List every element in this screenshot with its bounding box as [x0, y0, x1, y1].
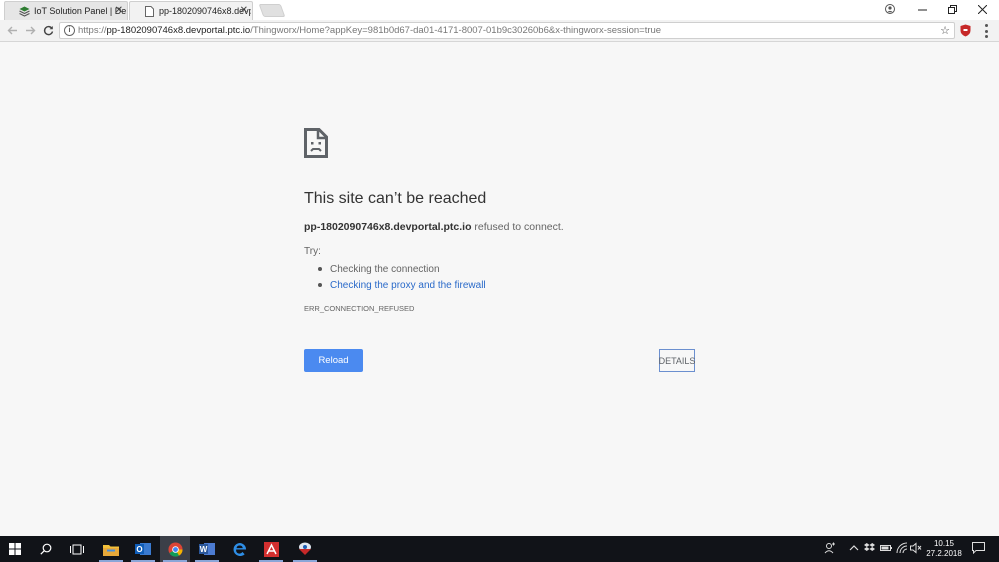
thingworx-favicon-icon	[19, 6, 30, 17]
error-message: pp-1802090746x8.devportal.ptc.io refused…	[304, 221, 564, 233]
suggestion-check-proxy-link[interactable]: Checking the proxy and the firewall	[318, 277, 486, 293]
action-center-icon[interactable]	[972, 542, 985, 556]
error-code: ERR_CONNECTION_REFUSED	[304, 304, 415, 313]
tab-strip: IoT Solution Panel | Deve ✕ pp-180209074…	[0, 0, 999, 20]
page-favicon-icon	[144, 5, 155, 17]
tab-devportal[interactable]: pp-1802090746x8.devpo ✕	[129, 1, 253, 20]
ublock-extension-icon[interactable]	[960, 24, 971, 37]
tab-close-icon[interactable]: ✕	[240, 5, 248, 16]
svg-text:O: O	[136, 545, 142, 554]
reload-icon[interactable]	[41, 23, 55, 37]
error-host: pp-1802090746x8.devportal.ptc.io	[304, 221, 472, 233]
tab-title: IoT Solution Panel | Deve	[34, 6, 126, 16]
error-message-suffix: refused to connect.	[471, 221, 564, 233]
restore-button[interactable]	[937, 0, 967, 18]
details-button[interactable]: DETAILS	[659, 349, 695, 372]
profile-icon[interactable]	[875, 0, 905, 18]
browser-menu-icon[interactable]	[984, 24, 988, 38]
forward-arrow-icon[interactable]	[23, 23, 37, 37]
suggestion-check-connection: Checking the connection	[318, 261, 486, 277]
chrome-icon[interactable]	[160, 536, 190, 562]
suggestion-list: Checking the connection Checking the pro…	[318, 261, 486, 293]
search-icon[interactable]	[31, 536, 61, 562]
clock-date: 27.2.2018	[926, 549, 962, 558]
bookmark-star-icon[interactable]: ☆	[940, 24, 950, 37]
url-host: pp-1802090746x8.devportal.ptc.io	[106, 25, 251, 36]
chevron-up-icon[interactable]	[849, 542, 859, 556]
dropbox-icon[interactable]	[864, 542, 875, 556]
outlook-icon[interactable]: O	[128, 536, 158, 562]
try-label: Try:	[304, 246, 321, 257]
browser-toolbar: i https://pp-1802090746x8.devportal.ptc.…	[0, 20, 999, 42]
word-icon[interactable]: W	[192, 536, 222, 562]
tab-close-icon[interactable]: ✕	[115, 5, 123, 16]
battery-icon	[880, 542, 892, 556]
url-scheme: https://	[78, 25, 107, 36]
taskbar-clock[interactable]: 10.15 27.2.2018	[921, 539, 967, 559]
network-app-icon[interactable]	[290, 536, 320, 562]
url-path: /Thingworx/Home?appKey=981b0d67-da01-417…	[250, 25, 662, 36]
error-title: This site can’t be reached	[304, 190, 487, 207]
windows-start-icon[interactable]	[0, 536, 30, 562]
new-tab-button[interactable]	[258, 4, 286, 17]
windows-taskbar: O W 10.15 27.2.2018	[0, 536, 999, 562]
people-icon[interactable]	[824, 542, 836, 556]
address-bar[interactable]: i https://pp-1802090746x8.devportal.ptc.…	[59, 22, 955, 39]
minimize-button[interactable]	[907, 0, 937, 18]
svg-text:W: W	[200, 545, 208, 554]
reload-button[interactable]: Reload	[304, 349, 363, 372]
tab-iot-solution-panel[interactable]: IoT Solution Panel | Deve ✕	[4, 1, 128, 20]
clock-time: 10.15	[933, 539, 955, 548]
file-explorer-icon[interactable]	[96, 536, 126, 562]
acrobat-icon[interactable]	[256, 536, 286, 562]
tab-title: pp-1802090746x8.devpo	[159, 6, 251, 16]
edge-icon[interactable]	[224, 536, 254, 562]
close-window-button[interactable]	[967, 0, 997, 18]
wifi-icon[interactable]	[896, 542, 908, 556]
sad-page-icon	[304, 128, 328, 163]
back-arrow-icon[interactable]	[5, 23, 19, 37]
site-info-icon[interactable]: i	[64, 25, 75, 36]
task-view-icon[interactable]	[62, 536, 92, 562]
